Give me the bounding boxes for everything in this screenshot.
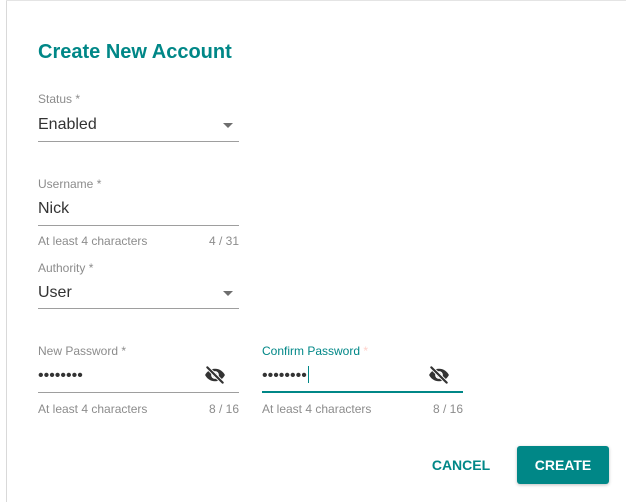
required-marker: * — [96, 177, 102, 191]
confirm-password-counter: 8 / 16 — [432, 402, 463, 416]
new-password-underline — [38, 392, 239, 393]
cancel-button[interactable]: CANCEL — [418, 446, 504, 484]
username-hint: At least 4 characters — [38, 234, 148, 248]
confirm-password-underline — [262, 391, 463, 393]
required-marker: * — [363, 344, 369, 358]
dialog-title: Create New Account — [38, 41, 232, 63]
create-button[interactable]: CREATE — [517, 446, 609, 484]
username-input[interactable]: Nick — [38, 199, 69, 219]
chevron-down-icon[interactable] — [223, 291, 233, 296]
authority-label: Authority * — [38, 261, 94, 275]
username-field[interactable]: Username * Nick — [38, 177, 239, 229]
authority-value: User — [38, 284, 72, 301]
required-marker: * — [88, 261, 94, 275]
status-value: Enabled — [38, 116, 97, 133]
new-password-label: New Password * — [38, 344, 127, 358]
authority-select[interactable]: Authority * User — [38, 261, 239, 313]
required-marker: * — [121, 344, 127, 358]
text-caret — [307, 366, 309, 383]
confirm-password-hint: At least 4 characters — [262, 402, 372, 416]
confirm-password-field[interactable]: Confirm Password * •••••••• — [262, 344, 463, 396]
new-password-hint: At least 4 characters — [38, 402, 148, 416]
status-label: Status * — [38, 92, 81, 106]
eye-off-icon[interactable] — [204, 366, 226, 384]
required-marker: * — [75, 92, 81, 106]
create-account-dialog: Create New Account Status * Enabled User… — [0, 0, 626, 502]
username-counter: 4 / 31 — [208, 234, 239, 248]
dialog-left-border — [6, 0, 7, 502]
username-label: Username * — [38, 177, 102, 191]
new-password-field[interactable]: New Password * •••••••• — [38, 344, 239, 396]
chevron-down-icon[interactable] — [223, 123, 233, 128]
dialog-top-border — [6, 0, 626, 1]
eye-off-icon[interactable] — [428, 366, 450, 384]
authority-underline — [38, 308, 239, 309]
confirm-password-input[interactable]: •••••••• — [262, 366, 309, 386]
confirm-password-label: Confirm Password * — [262, 344, 369, 358]
status-underline — [38, 141, 239, 142]
new-password-input[interactable]: •••••••• — [38, 366, 83, 386]
username-underline — [38, 225, 239, 226]
status-select[interactable]: Status * Enabled — [38, 92, 239, 144]
new-password-counter: 8 / 16 — [208, 402, 239, 416]
